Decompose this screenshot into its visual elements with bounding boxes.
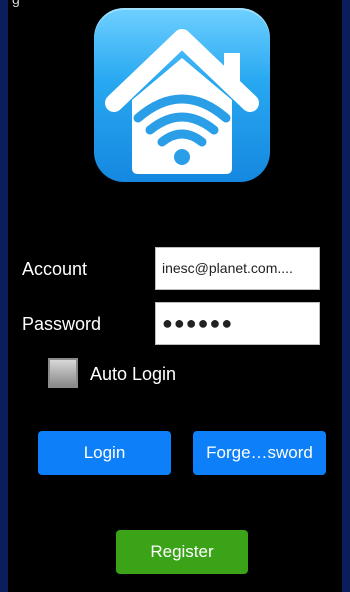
register-button[interactable]: Register bbox=[116, 530, 248, 574]
account-input[interactable]: inesc@planet.com.... bbox=[155, 247, 320, 290]
forgot-password-button[interactable]: Forge…sword bbox=[193, 431, 326, 475]
login-button[interactable]: Login bbox=[38, 431, 171, 475]
status-glyph: g bbox=[12, 0, 20, 6]
auto-login-checkbox[interactable] bbox=[48, 358, 78, 388]
status-bar: g bbox=[8, 0, 342, 8]
home-wifi-app-icon bbox=[94, 8, 270, 182]
house-wifi-icon bbox=[105, 29, 259, 174]
password-label: Password bbox=[22, 314, 102, 334]
login-screen: g Account inesc@planet.com.... Password … bbox=[8, 0, 342, 592]
auto-login-label: Auto Login bbox=[90, 364, 177, 384]
account-label: Account bbox=[22, 259, 88, 279]
password-input[interactable]: ●●●●●● bbox=[155, 302, 320, 345]
